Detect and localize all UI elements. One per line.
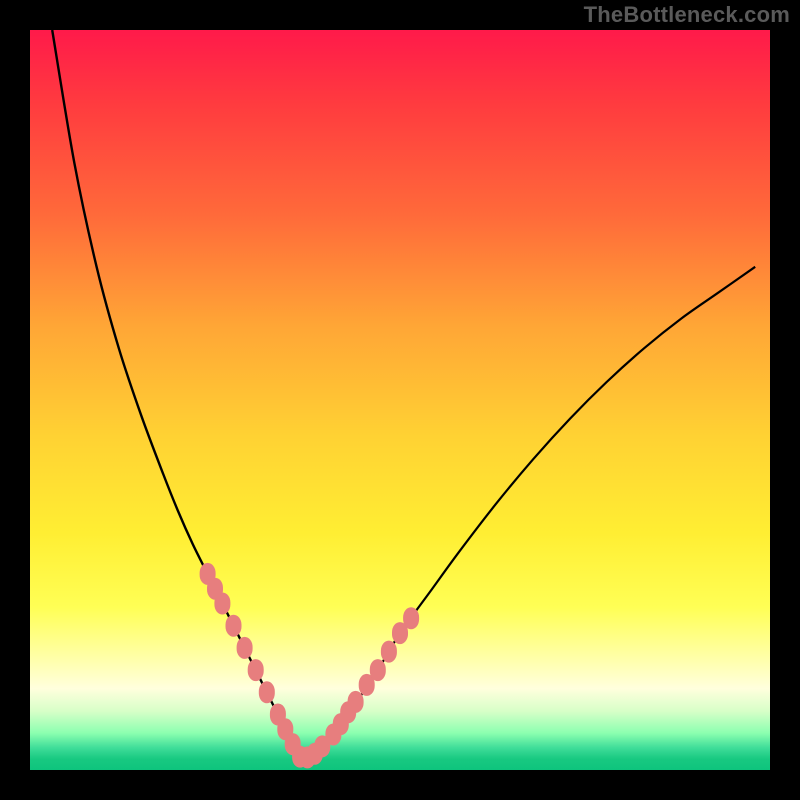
marker-dot [237,637,253,659]
marker-group [200,563,420,769]
plot-area [30,30,770,770]
marker-dot [259,681,275,703]
curve-left-branch [52,30,300,759]
chart-frame: TheBottleneck.com [0,0,800,800]
watermark-text: TheBottleneck.com [584,2,790,28]
marker-dot [403,607,419,629]
marker-dot [214,593,230,615]
chart-svg [30,30,770,770]
curve-group [52,30,755,759]
marker-dot [348,691,364,713]
marker-dot [381,641,397,663]
marker-dot [370,659,386,681]
marker-dot [248,659,264,681]
marker-dot [226,615,242,637]
